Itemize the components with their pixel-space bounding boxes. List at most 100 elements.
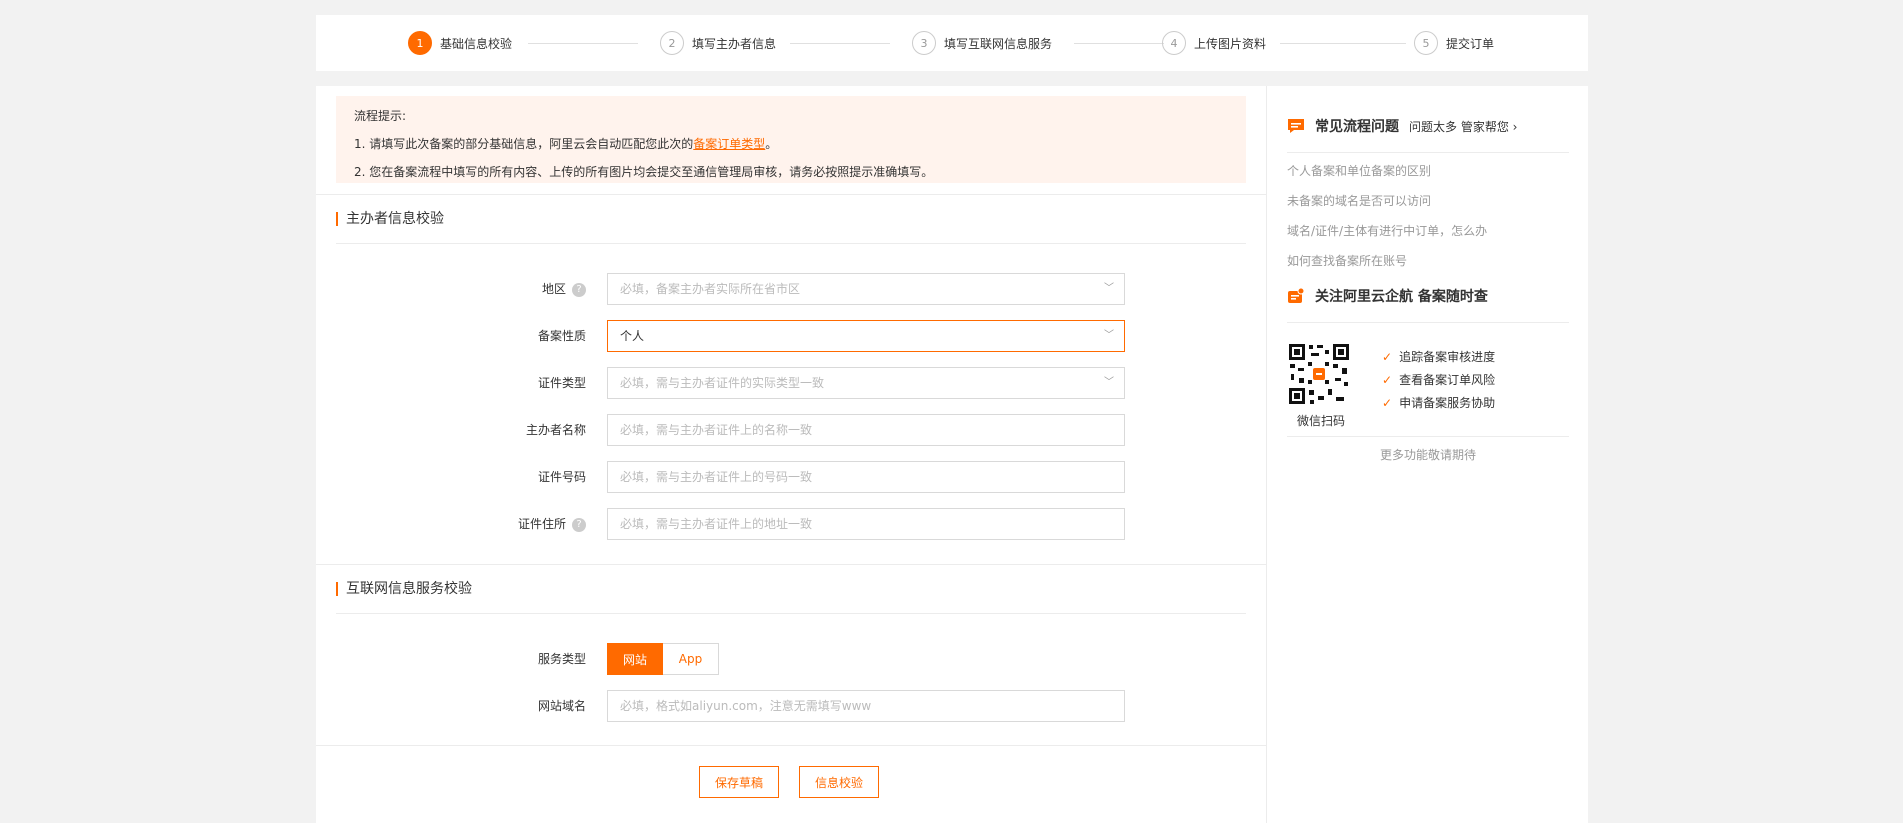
step-2: 2 填写主办者信息 (660, 31, 776, 55)
chat-bubble-icon (1288, 119, 1304, 133)
divider (1287, 322, 1569, 323)
id-type-label: 证件类型 (537, 376, 586, 390)
process-tips: 流程提示: 1. 请填写此次备案的部分基础信息，阿里云会自动匹配您此次的备案订单… (336, 96, 1246, 183)
step-label: 提交订单 (1446, 36, 1495, 51)
follow-header: 关注阿里云企航 备案随时查 (1287, 286, 1488, 306)
divider (316, 194, 1266, 195)
step-progress-bar: 1 基础信息校验 2 填写主办者信息 3 填写互联网信息服务 4 上传图片资料 … (316, 15, 1588, 71)
id-number-label: 证件号码 (537, 470, 586, 484)
region-placeholder: 必填，备案主办者实际所在省市区 (620, 282, 801, 296)
divider (316, 745, 1266, 746)
benefit-item: ✓ 申请备案服务协助 (1382, 394, 1495, 411)
benefit-text: 申请备案服务协助 (1399, 396, 1496, 410)
tips-line-2: 2. 您在备案流程中填写的所有内容、上传的所有图片均会提交至通信管理局审核，请务… (354, 165, 934, 179)
step-label: 上传图片资料 (1194, 36, 1267, 51)
faq-header: 常见流程问题 问题太多 管家帮您 › (1287, 116, 1517, 136)
question-circle-icon[interactable]: ? (572, 517, 586, 532)
domain-label: 网站域名 (537, 699, 586, 713)
section-title-service: 互联网信息服务校验 (336, 582, 472, 596)
domain-input[interactable]: 必填，格式如aliyun.com，注意无需填写www (607, 690, 1125, 722)
tips-line-1-end: 。 (765, 137, 778, 151)
field-service-type: 服务类型 网站 App (316, 643, 1266, 675)
benefit-item: ✓ 查看备案订单风险 (1382, 371, 1495, 388)
id-address-label: 证件住所 (517, 517, 566, 531)
chevron-down-icon: ﹀ (1104, 283, 1114, 294)
service-app-button[interactable]: App (663, 643, 719, 675)
bell-icon (1288, 288, 1305, 303)
benefit-text: 查看备案订单风险 (1399, 373, 1496, 387)
follow-title: 关注阿里云企航 备案随时查 (1315, 289, 1488, 305)
field-nature: 备案性质 个人 ﹀ (316, 320, 1266, 352)
benefit-item: ✓ 追踪备案审核进度 (1382, 348, 1495, 365)
check-icon: ✓ (1382, 395, 1393, 410)
faq-helper-text: 问题太多 管家帮您 (1409, 119, 1509, 134)
field-id-type: 证件类型 必填，需与主办者证件的实际类型一致 ﹀ (316, 367, 1266, 399)
id-address-input[interactable]: 必填，需与主办者证件上的地址一致 (607, 508, 1125, 540)
divider (316, 564, 1266, 565)
chevron-down-icon: ﹀ (1104, 377, 1114, 388)
wechat-qr-code (1287, 342, 1351, 406)
owner-name-label: 主办者名称 (525, 423, 586, 437)
field-label: 地区? (542, 273, 586, 305)
region-select[interactable]: 必填，备案主办者实际所在省市区 ﹀ (607, 273, 1125, 305)
step-connector (790, 43, 890, 44)
question-circle-icon[interactable]: ? (572, 282, 586, 297)
region-label: 地区 (541, 282, 566, 296)
order-type-link[interactable]: 备案订单类型 (693, 137, 765, 151)
verify-button[interactable]: 信息校验 (799, 766, 879, 798)
check-icon: ✓ (1382, 372, 1393, 387)
chevron-right-icon: › (1512, 119, 1518, 134)
step-number: 5 (1414, 31, 1438, 55)
id-type-placeholder: 必填，需与主办者证件的实际类型一致 (620, 376, 825, 390)
divider (1287, 436, 1569, 437)
service-type-label: 服务类型 (537, 652, 586, 666)
tips-line-1: 1. 请填写此次备案的部分基础信息，阿里云会自动匹配您此次的备案订单类型。 (354, 135, 1228, 152)
save-draft-button[interactable]: 保存草稿 (699, 766, 779, 798)
qr-caption: 微信扫码 (1297, 414, 1346, 428)
service-website-button[interactable]: 网站 (607, 643, 663, 675)
id-type-select[interactable]: 必填，需与主办者证件的实际类型一致 ﹀ (607, 367, 1125, 399)
section-title-owner: 主办者信息校验 (336, 212, 444, 226)
step-number: 1 (408, 31, 432, 55)
step-3: 3 填写互联网信息服务 (912, 31, 1052, 55)
divider (336, 613, 1246, 614)
step-number: 3 (912, 31, 936, 55)
form-card: 流程提示: 1. 请填写此次备案的部分基础信息，阿里云会自动匹配您此次的备案订单… (316, 86, 1266, 823)
chevron-down-icon: ﹀ (1104, 330, 1114, 341)
step-label: 填写主办者信息 (692, 36, 777, 51)
field-id-address: 证件住所? 必填，需与主办者证件上的地址一致 (316, 508, 1266, 540)
nature-label: 备案性质 (537, 329, 586, 343)
step-label: 基础信息校验 (440, 36, 513, 51)
divider (336, 243, 1246, 244)
step-5: 5 提交订单 (1414, 31, 1494, 55)
faq-item[interactable]: 如何查找备案所在账号 (1287, 252, 1407, 269)
field-domain: 网站域名 必填，格式如aliyun.com，注意无需填写www (316, 690, 1266, 722)
check-icon: ✓ (1382, 349, 1393, 364)
field-region: 地区? 必填，备案主办者实际所在省市区 ﹀ (316, 273, 1266, 305)
service-type-toggle: 网站 App (607, 643, 719, 675)
more-features-note: 更多功能敬请期待 (1379, 448, 1476, 462)
field-id-number: 证件号码 必填，需与主办者证件上的号码一致 (316, 461, 1266, 493)
faq-item[interactable]: 域名/证件/主体有进行中订单，怎么办 (1287, 222, 1487, 239)
faq-item[interactable]: 未备案的域名是否可以访问 (1287, 192, 1431, 209)
help-sidebar: 常见流程问题 问题太多 管家帮您 › 个人备案和单位备案的区别 未备案的域名是否… (1266, 86, 1588, 823)
faq-item[interactable]: 个人备案和单位备案的区别 (1287, 162, 1431, 179)
faq-helper-link[interactable]: 问题太多 管家帮您 › (1409, 118, 1517, 135)
field-label: 证件住所? (518, 508, 586, 540)
owner-name-input[interactable]: 必填，需与主办者证件上的名称一致 (607, 414, 1125, 446)
step-label: 填写互联网信息服务 (944, 36, 1053, 51)
nature-select[interactable]: 个人 ﹀ (607, 320, 1125, 352)
step-connector (528, 43, 638, 44)
benefit-text: 追踪备案审核进度 (1399, 350, 1496, 364)
field-owner-name: 主办者名称 必填，需与主办者证件上的名称一致 (316, 414, 1266, 446)
id-number-input[interactable]: 必填，需与主办者证件上的号码一致 (607, 461, 1125, 493)
divider (1287, 152, 1569, 153)
faq-title: 常见流程问题 (1315, 119, 1399, 135)
tips-line-1-text: 1. 请填写此次备案的部分基础信息，阿里云会自动匹配您此次的 (354, 137, 694, 151)
step-number: 2 (660, 31, 684, 55)
step-number: 4 (1162, 31, 1186, 55)
step-4: 4 上传图片资料 (1162, 31, 1266, 55)
nature-value: 个人 (620, 329, 645, 343)
step-connector (1280, 43, 1406, 44)
step-connector (1074, 43, 1164, 44)
